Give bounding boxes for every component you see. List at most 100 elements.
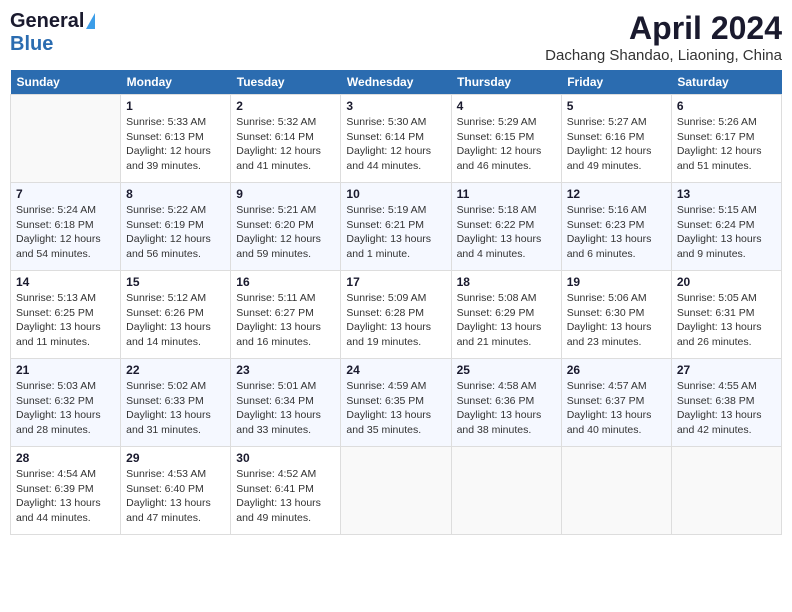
day-number: 27	[677, 363, 776, 377]
day-cell-5: 5Sunrise: 5:27 AMSunset: 6:16 PMDaylight…	[561, 95, 671, 183]
empty-cell	[11, 95, 121, 183]
weekday-header-saturday: Saturday	[671, 70, 781, 95]
day-cell-1: 1Sunrise: 5:33 AMSunset: 6:13 PMDaylight…	[121, 95, 231, 183]
day-number: 2	[236, 99, 335, 113]
title-area: April 2024 Dachang Shandao, Liaoning, Ch…	[545, 10, 782, 64]
day-number: 28	[16, 451, 115, 465]
logo-arrow-icon	[86, 13, 95, 29]
logo: General Blue	[10, 10, 95, 56]
weekday-header-tuesday: Tuesday	[231, 70, 341, 95]
weekday-header-row: SundayMondayTuesdayWednesdayThursdayFrid…	[11, 70, 782, 95]
day-cell-17: 17 Sunrise: 5:09 AMSunset: 6:28 PMDayligh…	[341, 271, 451, 359]
day-number: 6	[677, 99, 776, 113]
day-number: 16	[236, 275, 335, 289]
day-number: 29	[126, 451, 225, 465]
month-title: April 2024	[545, 10, 782, 47]
day-number: 30	[236, 451, 335, 465]
day-info: Sunrise: 4:57 AMSunset: 6:37 PMDaylight:…	[567, 379, 666, 438]
day-number: 4	[457, 99, 556, 113]
day-info: Sunrise: 5:09 AMSunset: 6:28 PMDaylight:…	[346, 291, 445, 350]
day-number: 17	[346, 275, 445, 289]
day-info: Sunrise: 5:29 AMSunset: 6:15 PMDaylight:…	[457, 115, 556, 174]
day-cell-14: 14 Sunrise: 5:13 AMSunset: 6:25 PMDayligh…	[11, 271, 121, 359]
day-number: 18	[457, 275, 556, 289]
day-number: 12	[567, 187, 666, 201]
day-number: 13	[677, 187, 776, 201]
empty-cell	[451, 447, 561, 535]
day-info: Sunrise: 5:16 AMSunset: 6:23 PMDaylight:…	[567, 203, 666, 262]
weekday-header-sunday: Sunday	[11, 70, 121, 95]
week-row-5: 28 Sunrise: 4:54 AMSunset: 6:39 PMDayligh…	[11, 447, 782, 535]
day-number: 11	[457, 187, 556, 201]
day-info: Sunrise: 4:53 AMSunset: 6:40 PMDaylight:…	[126, 467, 225, 526]
day-cell-12: 12 Sunrise: 5:16 AMSunset: 6:23 PMDayligh…	[561, 183, 671, 271]
day-cell-21: 21 Sunrise: 5:03 AMSunset: 6:32 PMDayligh…	[11, 359, 121, 447]
day-number: 14	[16, 275, 115, 289]
day-number: 21	[16, 363, 115, 377]
day-info: Sunrise: 5:08 AMSunset: 6:29 PMDaylight:…	[457, 291, 556, 350]
day-info: Sunrise: 4:58 AMSunset: 6:36 PMDaylight:…	[457, 379, 556, 438]
day-number: 23	[236, 363, 335, 377]
day-cell-29: 29 Sunrise: 4:53 AMSunset: 6:40 PMDayligh…	[121, 447, 231, 535]
day-cell-28: 28 Sunrise: 4:54 AMSunset: 6:39 PMDayligh…	[11, 447, 121, 535]
logo-blue-text: Blue	[10, 33, 53, 55]
week-row-4: 21 Sunrise: 5:03 AMSunset: 6:32 PMDayligh…	[11, 359, 782, 447]
day-cell-20: 20 Sunrise: 5:05 AMSunset: 6:31 PMDayligh…	[671, 271, 781, 359]
day-number: 19	[567, 275, 666, 289]
day-info: Sunrise: 5:33 AMSunset: 6:13 PMDaylight:…	[126, 115, 225, 174]
weekday-header-monday: Monday	[121, 70, 231, 95]
weekday-header-wednesday: Wednesday	[341, 70, 451, 95]
day-info: Sunrise: 5:15 AMSunset: 6:24 PMDaylight:…	[677, 203, 776, 262]
day-cell-30: 30 Sunrise: 4:52 AMSunset: 6:41 PMDayligh…	[231, 447, 341, 535]
day-info: Sunrise: 5:13 AMSunset: 6:25 PMDaylight:…	[16, 291, 115, 350]
day-info: Sunrise: 5:11 AMSunset: 6:27 PMDaylight:…	[236, 291, 335, 350]
day-cell-10: 10 Sunrise: 5:19 AMSunset: 6:21 PMDayligh…	[341, 183, 451, 271]
day-cell-27: 27 Sunrise: 4:55 AMSunset: 6:38 PMDayligh…	[671, 359, 781, 447]
day-number: 20	[677, 275, 776, 289]
day-info: Sunrise: 5:06 AMSunset: 6:30 PMDaylight:…	[567, 291, 666, 350]
day-info: Sunrise: 4:55 AMSunset: 6:38 PMDaylight:…	[677, 379, 776, 438]
location-title: Dachang Shandao, Liaoning, China	[545, 47, 782, 64]
day-cell-16: 16 Sunrise: 5:11 AMSunset: 6:27 PMDayligh…	[231, 271, 341, 359]
day-number: 10	[346, 187, 445, 201]
day-number: 24	[346, 363, 445, 377]
week-row-3: 14 Sunrise: 5:13 AMSunset: 6:25 PMDayligh…	[11, 271, 782, 359]
day-number: 9	[236, 187, 335, 201]
day-number: 8	[126, 187, 225, 201]
week-row-1: 1Sunrise: 5:33 AMSunset: 6:13 PMDaylight…	[11, 95, 782, 183]
day-info: Sunrise: 5:19 AMSunset: 6:21 PMDaylight:…	[346, 203, 445, 262]
day-cell-6: 6 Sunrise: 5:26 AMSunset: 6:17 PMDaylight…	[671, 95, 781, 183]
day-cell-23: 23 Sunrise: 5:01 AMSunset: 6:34 PMDayligh…	[231, 359, 341, 447]
day-number: 7	[16, 187, 115, 201]
day-cell-11: 11 Sunrise: 5:18 AMSunset: 6:22 PMDayligh…	[451, 183, 561, 271]
day-info: Sunrise: 4:52 AMSunset: 6:41 PMDaylight:…	[236, 467, 335, 526]
day-cell-24: 24 Sunrise: 4:59 AMSunset: 6:35 PMDayligh…	[341, 359, 451, 447]
day-info: Sunrise: 5:26 AMSunset: 6:17 PMDaylight:…	[677, 115, 776, 174]
day-info: Sunrise: 5:24 AMSunset: 6:18 PMDaylight:…	[16, 203, 115, 262]
day-info: Sunrise: 5:22 AMSunset: 6:19 PMDaylight:…	[126, 203, 225, 262]
day-info: Sunrise: 4:59 AMSunset: 6:35 PMDaylight:…	[346, 379, 445, 438]
day-info: Sunrise: 5:01 AMSunset: 6:34 PMDaylight:…	[236, 379, 335, 438]
day-cell-3: 3Sunrise: 5:30 AMSunset: 6:14 PMDaylight…	[341, 95, 451, 183]
day-info: Sunrise: 5:32 AMSunset: 6:14 PMDaylight:…	[236, 115, 335, 174]
day-cell-19: 19 Sunrise: 5:06 AMSunset: 6:30 PMDayligh…	[561, 271, 671, 359]
day-info: Sunrise: 5:18 AMSunset: 6:22 PMDaylight:…	[457, 203, 556, 262]
weekday-header-thursday: Thursday	[451, 70, 561, 95]
empty-cell	[341, 447, 451, 535]
day-cell-18: 18 Sunrise: 5:08 AMSunset: 6:29 PMDayligh…	[451, 271, 561, 359]
day-number: 15	[126, 275, 225, 289]
day-cell-9: 9Sunrise: 5:21 AMSunset: 6:20 PMDaylight…	[231, 183, 341, 271]
day-info: Sunrise: 4:54 AMSunset: 6:39 PMDaylight:…	[16, 467, 115, 526]
day-cell-26: 26 Sunrise: 4:57 AMSunset: 6:37 PMDayligh…	[561, 359, 671, 447]
day-number: 25	[457, 363, 556, 377]
day-number: 3	[346, 99, 445, 113]
empty-cell	[561, 447, 671, 535]
day-info: Sunrise: 5:03 AMSunset: 6:32 PMDaylight:…	[16, 379, 115, 438]
day-info: Sunrise: 5:27 AMSunset: 6:16 PMDaylight:…	[567, 115, 666, 174]
day-cell-8: 8 Sunrise: 5:22 AMSunset: 6:19 PMDaylight…	[121, 183, 231, 271]
logo-general-text: General	[10, 10, 84, 33]
day-cell-4: 4 Sunrise: 5:29 AMSunset: 6:15 PMDaylight…	[451, 95, 561, 183]
week-row-2: 7 Sunrise: 5:24 AMSunset: 6:18 PMDaylight…	[11, 183, 782, 271]
day-info: Sunrise: 5:05 AMSunset: 6:31 PMDaylight:…	[677, 291, 776, 350]
day-number: 26	[567, 363, 666, 377]
